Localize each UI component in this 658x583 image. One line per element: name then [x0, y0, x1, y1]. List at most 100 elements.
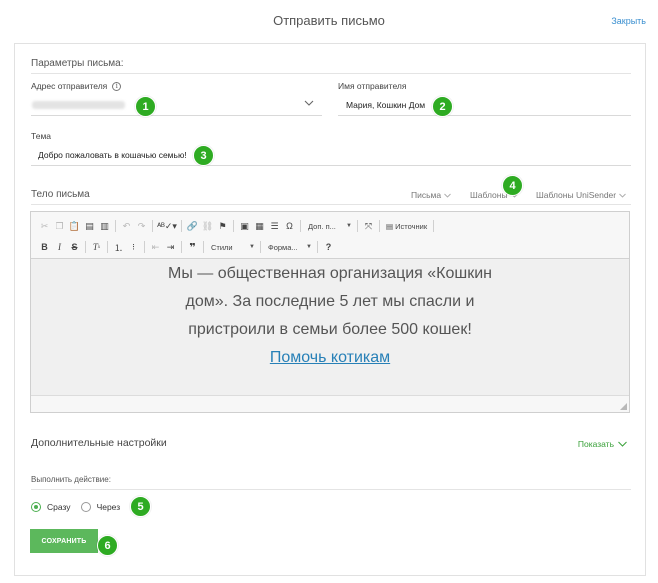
tab-letters[interactable]: Письма — [411, 190, 451, 200]
copy-icon[interactable]: ❐ — [52, 219, 67, 233]
divider — [31, 204, 631, 205]
sender-address-label-text: Адрес отправителя — [31, 81, 108, 91]
numbered-list-icon[interactable]: ⒈ — [111, 240, 126, 254]
styles-combo-label: Стили — [211, 242, 233, 252]
toolbar-separator — [379, 220, 380, 232]
help-icon[interactable]: ? — [321, 240, 336, 254]
resize-handle-icon[interactable] — [620, 403, 627, 410]
step-badge-6: 6 — [97, 535, 118, 556]
radio-immediately[interactable] — [31, 502, 41, 512]
toolbar-separator — [233, 220, 234, 232]
help-cats-link[interactable]: Помочь котикам — [270, 349, 390, 366]
send-letter-form: Параметры письма: Адрес отправителя i Им… — [14, 43, 646, 576]
editor-toolbar: ✂ ❐ 📋 ▤ ▥ ↶ ↷ ᴬᴮ✓▾ 🔗 ⛓ ⚑ ▣ ▦ ☰ Ω Доп. п.… — [31, 212, 629, 259]
advanced-settings-title: Дополнительные настройки — [31, 437, 167, 449]
subject-field[interactable]: Добро пожаловать в кошачью семью! — [31, 144, 631, 166]
cut-icon[interactable]: ✂ — [37, 219, 52, 233]
source-button[interactable]: ▤ Источник — [383, 222, 430, 231]
undo-icon[interactable]: ↶ — [119, 219, 134, 233]
close-link[interactable]: Закрыть — [611, 16, 646, 26]
sender-address-value-redacted — [32, 100, 125, 109]
anchor-flag-icon[interactable]: ⚑ — [215, 219, 230, 233]
toolbar-separator — [300, 220, 301, 232]
tab-unisender-templates[interactable]: Шаблоны UniSender — [536, 190, 626, 200]
combo-arrow-icon: ▼ — [346, 223, 352, 229]
tab-letters-label: Письма — [411, 190, 442, 200]
editor-content-area[interactable]: Мы — общественная организация «Кошкин до… — [31, 260, 629, 396]
indent-icon[interactable]: ⇥ — [163, 240, 178, 254]
sender-name-field[interactable]: Мария, Кошкин Дом — [338, 94, 631, 116]
action-radio-group: Сразу Через — [31, 502, 120, 512]
maximize-icon[interactable]: ⤧ — [361, 219, 376, 233]
tab-unisender-templates-label: Шаблоны UniSender — [536, 190, 617, 200]
styles-combo[interactable]: Стили ▼ — [207, 241, 257, 254]
combo-arrow-icon: ▼ — [249, 244, 255, 250]
special-char-icon[interactable]: Ω — [282, 219, 297, 233]
toolbar-separator — [433, 220, 435, 232]
divider — [31, 73, 631, 74]
toolbar-separator — [181, 241, 182, 253]
editor-status-bar — [31, 395, 629, 412]
toolbar-separator — [107, 241, 108, 253]
horizontal-line-icon[interactable]: ☰ — [267, 219, 282, 233]
table-icon[interactable]: ▦ — [252, 219, 267, 233]
bulleted-list-icon[interactable]: ⁝ — [126, 240, 141, 254]
radio-delayed[interactable] — [80, 502, 91, 512]
extra-options-combo-label: Доп. п... — [308, 221, 336, 231]
toolbar-separator — [203, 241, 204, 253]
content-text-line: Мы — общественная организация «Кошкин — [167, 265, 492, 282]
toolbar-row-1: ✂ ❐ 📋 ▤ ▥ ↶ ↷ ᴬᴮ✓▾ 🔗 ⛓ ⚑ ▣ ▦ ☰ Ω Доп. п.… — [37, 217, 437, 235]
extra-options-combo[interactable]: Доп. п... ▼ — [304, 220, 354, 233]
format-combo-label: Форма... — [268, 242, 298, 252]
remove-format-icon[interactable]: Tx — [89, 240, 104, 254]
chevron-down-icon — [444, 193, 451, 198]
toolbar-separator — [144, 241, 145, 253]
action-label: Выполнить действие: — [31, 475, 111, 484]
toolbar-row-2: B I S Tx ⒈ ⁝ ⇤ ⇥ ❞ Стили ▼ Форма... ▼ ? — [37, 238, 336, 256]
chevron-down-icon — [619, 193, 626, 198]
info-icon[interactable]: i — [112, 81, 122, 91]
content-text-line: пристроили в семьи более 500 кошек! — [188, 321, 472, 338]
blockquote-icon[interactable]: ❞ — [185, 240, 200, 254]
toolbar-separator — [260, 241, 261, 253]
toolbar-separator — [115, 220, 116, 232]
outdent-icon[interactable]: ⇤ — [148, 240, 163, 254]
sender-name-value: Мария, Кошкин Дом — [346, 99, 426, 110]
image-icon[interactable]: ▣ — [237, 219, 252, 233]
radio-immediately-label: Сразу — [47, 502, 71, 512]
paste-word-icon[interactable]: ▥ — [97, 219, 112, 233]
link-icon[interactable]: 🔗 — [185, 219, 200, 233]
strikethrough-icon[interactable]: S — [67, 240, 82, 254]
toolbar-separator — [357, 220, 358, 232]
chevron-down-icon — [304, 100, 314, 106]
step-badge-5: 5 — [130, 496, 151, 517]
step-badge-3: 3 — [193, 145, 214, 166]
spellcheck-icon[interactable]: ᴬᴮ✓▾ — [156, 219, 178, 233]
toolbar-separator — [181, 220, 182, 232]
step-badge-4: 4 — [502, 175, 523, 196]
redo-icon[interactable]: ↷ — [134, 219, 149, 233]
sender-address-select[interactable] — [31, 94, 322, 116]
italic-icon[interactable]: I — [52, 240, 67, 254]
show-advanced-link[interactable]: Показать — [578, 439, 627, 449]
paste-text-icon[interactable]: ▤ — [82, 219, 97, 233]
rich-text-editor: ✂ ❐ 📋 ▤ ▥ ↶ ↷ ᴬᴮ✓▾ 🔗 ⛓ ⚑ ▣ ▦ ☰ Ω Доп. п.… — [30, 211, 630, 413]
save-button[interactable]: СОХРАНИТЬ — [30, 529, 98, 553]
content-text-line: дом». За последние 5 лет мы спасли и — [185, 293, 475, 310]
body-section-title: Тело письма — [31, 189, 90, 200]
format-combo[interactable]: Форма... ▼ — [264, 241, 314, 254]
tab-templates-label: Шаблоны — [470, 190, 508, 200]
modal-title: Отправить письмо — [273, 13, 385, 28]
sender-address-label: Адрес отправителя i — [31, 81, 122, 91]
source-label: Источник — [395, 221, 428, 231]
unlink-icon[interactable]: ⛓ — [200, 219, 215, 233]
step-badge-1: 1 — [135, 96, 156, 117]
paste-icon[interactable]: 📋 — [67, 219, 82, 233]
sender-name-label: Имя отправителя — [338, 81, 407, 91]
subject-label: Тема — [31, 131, 52, 141]
toolbar-separator — [317, 241, 318, 253]
step-badge-2: 2 — [432, 96, 453, 117]
source-icon: ▤ — [386, 221, 394, 231]
divider — [31, 489, 631, 490]
bold-icon[interactable]: B — [37, 240, 52, 254]
